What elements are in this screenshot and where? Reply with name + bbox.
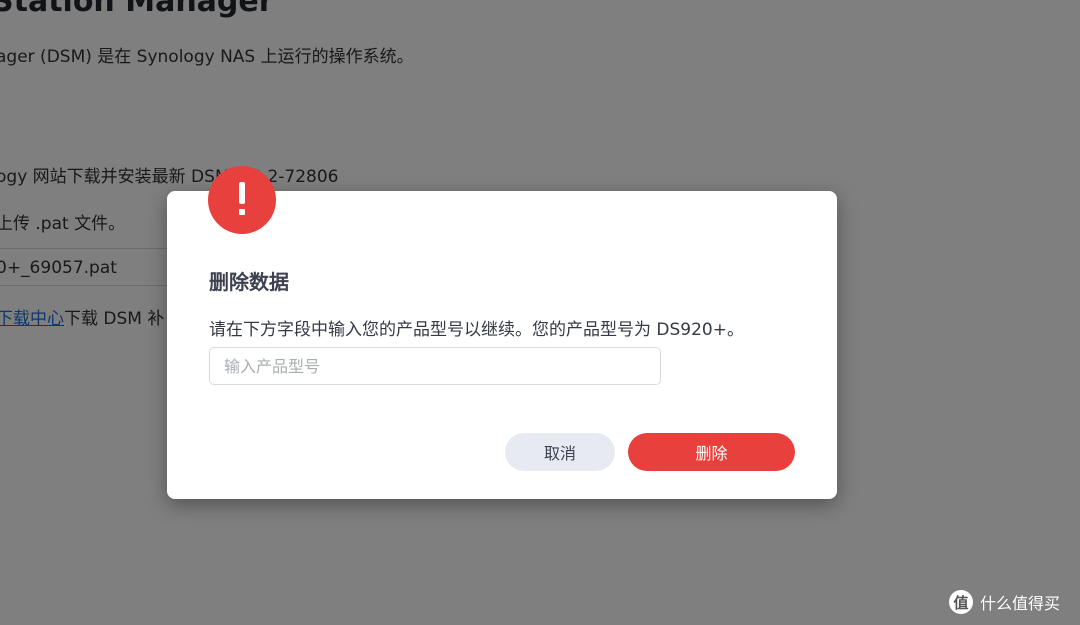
cancel-button[interactable]: 取消: [505, 433, 615, 471]
dialog-title: 删除数据: [209, 270, 289, 294]
watermark-logo: 值: [949, 590, 973, 614]
watermark-text: 什么值得买: [980, 594, 1061, 613]
dialog-message: 请在下方字段中输入您的产品型号以继续。您的产品型号为 DS920+。: [209, 320, 744, 340]
delete-data-dialog: 删除数据 请在下方字段中输入您的产品型号以继续。您的产品型号为 DS920+。 …: [167, 166, 837, 499]
exclamation-icon: [208, 166, 276, 234]
delete-button[interactable]: 删除: [628, 433, 795, 471]
watermark: 值 什么值得买: [949, 590, 1060, 614]
product-model-input[interactable]: [209, 347, 661, 385]
